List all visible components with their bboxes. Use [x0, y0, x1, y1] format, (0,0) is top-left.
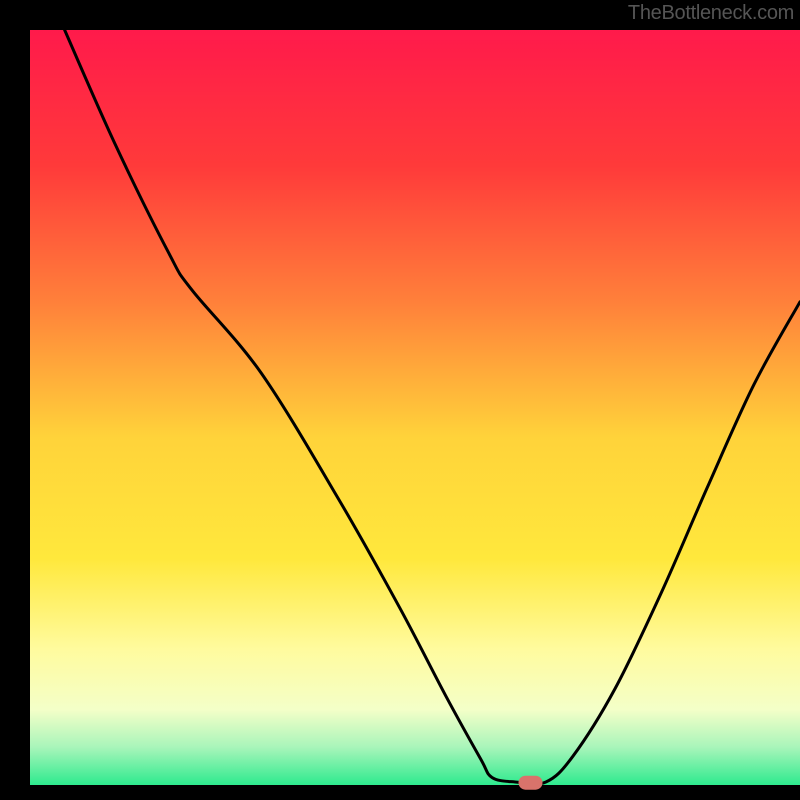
- chart-container: TheBottleneck.com: [0, 0, 800, 800]
- bottleneck-chart: [0, 0, 800, 800]
- optimal-point-marker: [519, 776, 543, 790]
- attribution-label: TheBottleneck.com: [628, 2, 794, 25]
- chart-plot-background: [30, 30, 800, 785]
